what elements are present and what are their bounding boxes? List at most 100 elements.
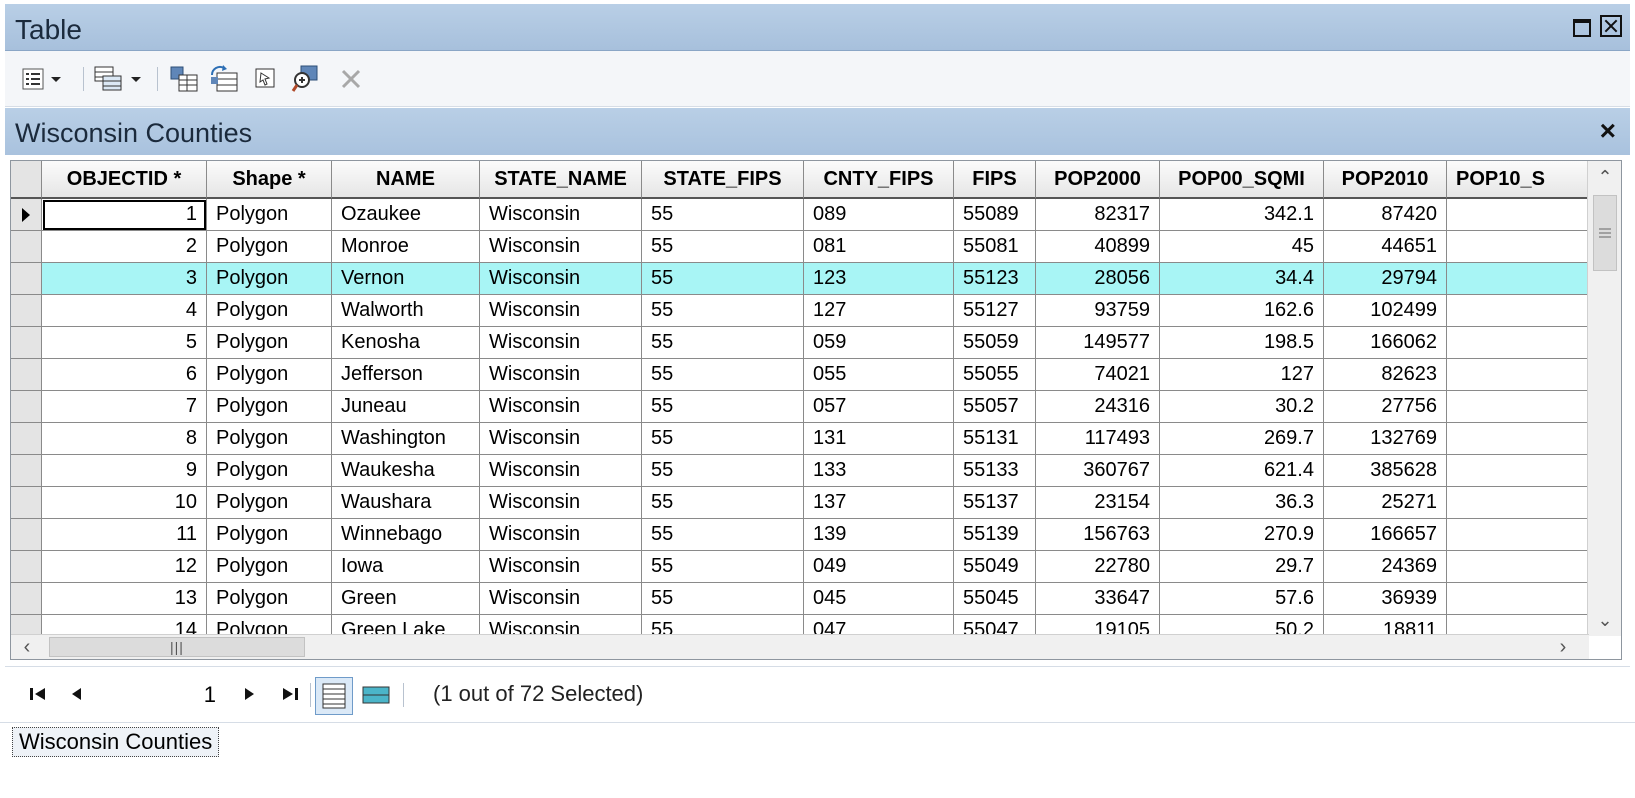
table-row[interactable]: 12 Polygon Iowa Wisconsin 55 049 55049 22780 29.… <box>11 551 1589 583</box>
table-cell[interactable] <box>1447 519 1589 551</box>
table-cell[interactable]: 57.6 <box>1160 583 1324 615</box>
table-cell[interactable]: 139 <box>804 519 954 551</box>
table-cell[interactable]: 28056 <box>1036 263 1160 295</box>
table-cell[interactable] <box>1447 487 1589 519</box>
table-cell[interactable]: 87420 <box>1324 199 1447 231</box>
table-cell[interactable]: Polygon <box>207 295 332 327</box>
table-cell[interactable] <box>1447 391 1589 423</box>
horizontal-scroll-thumb[interactable]: ||| <box>49 637 305 657</box>
table-cell[interactable]: Waukesha <box>332 455 480 487</box>
column-header[interactable]: FIPS <box>954 161 1036 199</box>
table-cell[interactable]: 12 <box>42 551 207 583</box>
table-cell[interactable]: 55127 <box>954 295 1036 327</box>
column-header[interactable]: POP00_SQMI <box>1160 161 1324 199</box>
table-cell[interactable]: 22780 <box>1036 551 1160 583</box>
table-cell[interactable]: 123 <box>804 263 954 295</box>
table-cell[interactable]: 055 <box>804 359 954 391</box>
table-cell[interactable]: 30.2 <box>1160 391 1324 423</box>
table-cell[interactable]: Jefferson <box>332 359 480 391</box>
table-row[interactable]: 4 Polygon Walworth Wisconsin 55 127 55127 93759… <box>11 295 1589 327</box>
table-cell[interactable]: 149577 <box>1036 327 1160 359</box>
table-cell[interactable]: 55139 <box>954 519 1036 551</box>
table-cell[interactable] <box>1447 583 1589 615</box>
table-row[interactable]: 9 Polygon Waukesha Wisconsin 55 133 55133 36076… <box>11 455 1589 487</box>
table-cell[interactable]: Wisconsin <box>480 519 642 551</box>
table-cell[interactable]: Wisconsin <box>480 295 642 327</box>
table-cell[interactable]: 081 <box>804 231 954 263</box>
table-cell[interactable]: 13 <box>42 583 207 615</box>
row-selector[interactable] <box>11 519 42 551</box>
row-selector[interactable] <box>11 423 42 455</box>
table-cell[interactable]: Winnebago <box>332 519 480 551</box>
table-cell[interactable]: 33647 <box>1036 583 1160 615</box>
table-cell[interactable]: Wisconsin <box>480 391 642 423</box>
column-header[interactable]: STATE_FIPS <box>642 161 804 199</box>
table-cell[interactable]: Polygon <box>207 583 332 615</box>
table-row[interactable]: 13 Polygon Green Wisconsin 55 045 55045 33647 57… <box>11 583 1589 615</box>
table-cell[interactable]: 34.4 <box>1160 263 1324 295</box>
table-cell[interactable]: Polygon <box>207 391 332 423</box>
restore-icon[interactable] <box>1570 15 1592 37</box>
table-cell[interactable] <box>1447 263 1589 295</box>
table-cell[interactable]: 55133 <box>954 455 1036 487</box>
scroll-down-icon[interactable]: ⌄ <box>1588 604 1621 636</box>
select-by-attributes-button[interactable] <box>169 64 199 94</box>
table-cell[interactable]: Waushara <box>332 487 480 519</box>
show-selected-records-button[interactable] <box>357 677 395 715</box>
table-cell[interactable]: 55131 <box>954 423 1036 455</box>
table-cell[interactable] <box>1447 327 1589 359</box>
table-cell[interactable]: 11 <box>42 519 207 551</box>
table-cell[interactable]: Polygon <box>207 423 332 455</box>
table-cell[interactable]: 24369 <box>1324 551 1447 583</box>
table-cell[interactable]: Green <box>332 583 480 615</box>
next-record-button[interactable] <box>241 682 257 706</box>
vertical-scroll-thumb[interactable] <box>1593 195 1617 271</box>
table-row[interactable]: 5 Polygon Kenosha Wisconsin 55 059 55059 149577… <box>11 327 1589 359</box>
table-cell[interactable]: 1 <box>42 199 207 231</box>
table-cell[interactable]: 55089 <box>954 199 1036 231</box>
table-cell[interactable]: 269.7 <box>1160 423 1324 455</box>
table-cell[interactable]: 10 <box>42 487 207 519</box>
table-row[interactable]: 11 Polygon Winnebago Wisconsin 55 139 55139 156… <box>11 519 1589 551</box>
table-cell[interactable] <box>1447 359 1589 391</box>
table-cell[interactable]: 55 <box>642 487 804 519</box>
zoom-to-selected-button[interactable] <box>291 64 321 94</box>
table-cell[interactable]: Vernon <box>332 263 480 295</box>
table-cell[interactable]: 23154 <box>1036 487 1160 519</box>
table-cell[interactable]: 270.9 <box>1160 519 1324 551</box>
table-cell[interactable]: 9 <box>42 455 207 487</box>
table-cell[interactable]: 27756 <box>1324 391 1447 423</box>
table-cell[interactable]: 342.1 <box>1160 199 1324 231</box>
row-selector[interactable] <box>11 583 42 615</box>
table-cell[interactable]: 93759 <box>1036 295 1160 327</box>
table-cell[interactable]: Iowa <box>332 551 480 583</box>
row-selector[interactable] <box>11 391 42 423</box>
table-cell[interactable]: 55057 <box>954 391 1036 423</box>
table-cell[interactable]: 55 <box>642 391 804 423</box>
switch-selection-button[interactable] <box>209 64 239 94</box>
column-header[interactable]: CNTY_FIPS <box>804 161 954 199</box>
current-record-field[interactable]: 1 <box>105 677 223 711</box>
table-row[interactable]: 8 Polygon Washington Wisconsin 55 131 55131 117… <box>11 423 1589 455</box>
table-cell[interactable]: 45 <box>1160 231 1324 263</box>
previous-record-button[interactable] <box>69 682 85 706</box>
close-table-icon[interactable]: × <box>1600 115 1616 147</box>
table-cell[interactable]: 55 <box>642 359 804 391</box>
row-selector[interactable] <box>11 487 42 519</box>
column-header[interactable]: STATE_NAME <box>480 161 642 199</box>
table-cell[interactable]: Polygon <box>207 231 332 263</box>
row-selector[interactable] <box>11 455 42 487</box>
show-all-records-button[interactable] <box>315 677 353 715</box>
table-options-button[interactable] <box>21 64 61 94</box>
table-cell[interactable]: Ozaukee <box>332 199 480 231</box>
table-cell[interactable]: Wisconsin <box>480 455 642 487</box>
table-cell[interactable]: 102499 <box>1324 295 1447 327</box>
close-window-icon[interactable] <box>1600 15 1622 37</box>
table-cell[interactable]: 4 <box>42 295 207 327</box>
table-cell[interactable]: 24316 <box>1036 391 1160 423</box>
table-cell[interactable]: 385628 <box>1324 455 1447 487</box>
table-cell[interactable]: Polygon <box>207 263 332 295</box>
column-header[interactable]: POP2010 <box>1324 161 1447 199</box>
table-cell[interactable] <box>1447 295 1589 327</box>
table-cell[interactable]: 55081 <box>954 231 1036 263</box>
